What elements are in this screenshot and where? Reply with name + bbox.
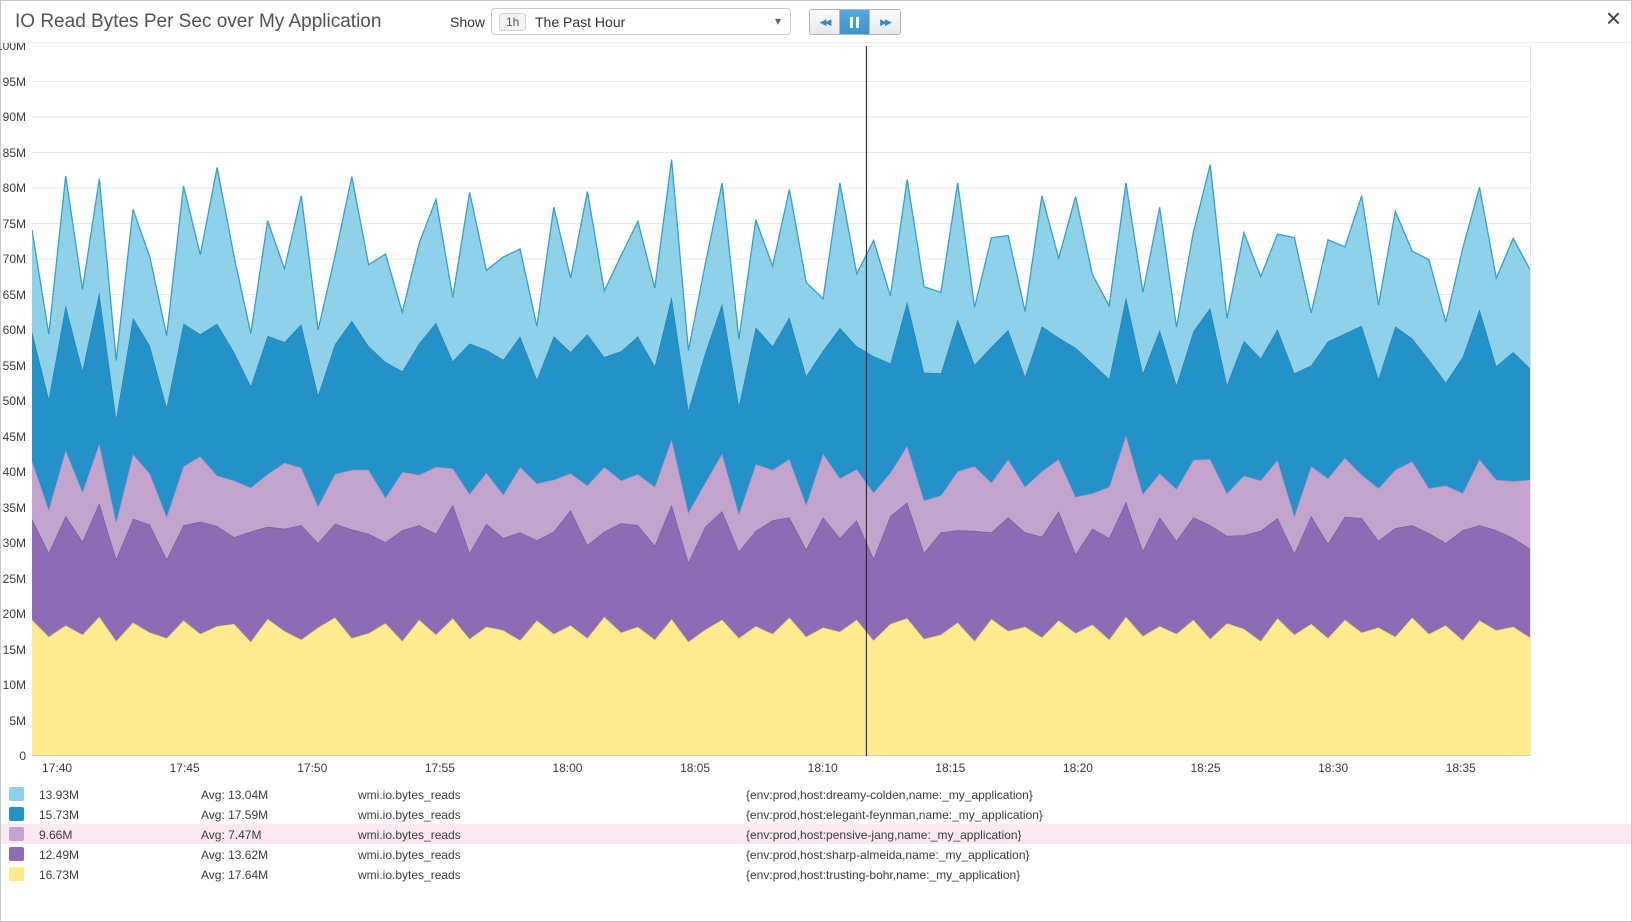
y-axis-tick: 45M <box>3 430 26 444</box>
series-metric-name: wmi.io.bytes_reads <box>358 848 461 862</box>
y-axis-tick: 15M <box>3 643 26 657</box>
series-current-value: 13.93M <box>39 788 79 802</box>
y-axis-tick: 25M <box>3 572 26 586</box>
y-axis-tick: 65M <box>3 288 26 302</box>
series-metric-name: wmi.io.bytes_reads <box>358 828 461 842</box>
x-axis-tick: 18:25 <box>1191 761 1221 775</box>
area-series-trusting-bohr <box>32 617 1530 756</box>
y-axis-tick: 30M <box>3 536 26 550</box>
y-axis-tick: 35M <box>3 501 26 515</box>
legend-row[interactable]: 16.73M Avg: 17.64M wmi.io.bytes_reads {e… <box>1 864 1631 884</box>
rewind-icon: ◀◀ <box>820 17 830 28</box>
timeframe-dropdown[interactable]: 1h The Past Hour ▾ <box>491 8 791 35</box>
series-metric-name: wmi.io.bytes_reads <box>358 788 461 802</box>
forward-icon: ▶▶ <box>880 17 890 28</box>
series-scope: {env:prod,host:trusting-bohr,name:_my_ap… <box>746 868 1020 882</box>
series-scope: {env:prod,host:pensive-jang,name:_my_app… <box>746 828 1022 842</box>
x-axis-tick: 18:00 <box>552 761 582 775</box>
show-label: Show <box>450 14 485 30</box>
series-color-swatch <box>9 827 24 841</box>
timeframe-badge: 1h <box>499 13 526 31</box>
x-axis-tick: 17:45 <box>170 761 200 775</box>
legend-row[interactable]: 15.73M Avg: 17.59M wmi.io.bytes_reads {e… <box>1 804 1631 824</box>
y-axis-tick: 60M <box>3 323 26 337</box>
series-avg-value: Avg: 17.64M <box>201 868 268 882</box>
series-metric-name: wmi.io.bytes_reads <box>358 868 461 882</box>
x-axis-tick: 18:35 <box>1446 761 1476 775</box>
chart-svg <box>32 46 1530 756</box>
timeframe-label: The Past Hour <box>535 14 625 30</box>
x-axis-tick: 18:15 <box>935 761 965 775</box>
series-avg-value: Avg: 13.04M <box>201 788 268 802</box>
y-axis-tick: 80M <box>3 181 26 195</box>
series-color-swatch <box>9 807 24 821</box>
playback-controls: ◀◀ ▶▶ <box>809 9 901 35</box>
series-metric-name: wmi.io.bytes_reads <box>358 808 461 822</box>
legend-row[interactable]: 13.93M Avg: 13.04M wmi.io.bytes_reads {e… <box>1 784 1631 804</box>
series-color-swatch <box>9 787 24 801</box>
series-current-value: 9.66M <box>39 828 72 842</box>
rewind-button[interactable]: ◀◀ <box>810 10 840 34</box>
widget-header: IO Read Bytes Per Sec over My Applicatio… <box>1 1 1631 43</box>
widget-window: { "header": { "title": "IO Read Bytes Pe… <box>0 0 1632 922</box>
series-scope: {env:prod,host:elegant-feynman,name:_my_… <box>746 808 1043 822</box>
series-color-swatch <box>9 847 24 861</box>
y-axis-tick: 5M <box>9 714 26 728</box>
y-axis-tick: 20M <box>3 607 26 621</box>
legend-row[interactable]: 9.66M Avg: 7.47M wmi.io.bytes_reads {env… <box>1 824 1631 844</box>
page-title: IO Read Bytes Per Sec over My Applicatio… <box>15 11 381 33</box>
x-axis-tick: 17:50 <box>297 761 327 775</box>
x-axis-tick: 17:55 <box>425 761 455 775</box>
y-axis-tick: 10M <box>3 678 26 692</box>
x-axis-tick: 18:30 <box>1318 761 1348 775</box>
plot-area[interactable] <box>32 46 1531 756</box>
pause-icon <box>850 17 859 28</box>
x-axis: 17:40 17:45 17:50 17:55 18:00 18:05 18:10 18:15… <box>32 758 1531 776</box>
series-current-value: 16.73M <box>39 868 79 882</box>
x-axis-tick: 18:20 <box>1063 761 1093 775</box>
series-avg-value: Avg: 17.59M <box>201 808 268 822</box>
y-axis-tick: 55M <box>3 359 26 373</box>
series-scope: {env:prod,host:dreamy-colden,name:_my_ap… <box>746 788 1033 802</box>
x-axis-tick: 18:10 <box>808 761 838 775</box>
y-axis: 05M10M15M20M25M30M35M40M45M50M55M60M65M7… <box>1 46 29 756</box>
series-color-swatch <box>9 867 24 881</box>
series-scope: {env:prod,host:sharp-almeida,name:_my_ap… <box>746 848 1030 862</box>
y-axis-tick: 90M <box>3 110 26 124</box>
series-avg-value: Avg: 13.62M <box>201 848 268 862</box>
chevron-down-icon: ▾ <box>775 14 781 28</box>
legend: 13.93M Avg: 13.04M wmi.io.bytes_reads {e… <box>1 784 1631 884</box>
y-axis-tick: 40M <box>3 465 26 479</box>
y-axis-tick: 85M <box>3 146 26 160</box>
y-axis-tick: 70M <box>3 252 26 266</box>
y-axis-tick: 50M <box>3 394 26 408</box>
series-avg-value: Avg: 7.47M <box>201 828 261 842</box>
legend-row[interactable]: 12.49M Avg: 13.62M wmi.io.bytes_reads {e… <box>1 844 1631 864</box>
pause-button[interactable] <box>840 10 870 34</box>
x-axis-tick: 17:40 <box>42 761 72 775</box>
y-axis-tick: 95M <box>3 75 26 89</box>
series-current-value: 15.73M <box>39 808 79 822</box>
series-current-value: 12.49M <box>39 848 79 862</box>
forward-button[interactable]: ▶▶ <box>870 10 900 34</box>
close-button[interactable]: × <box>1606 5 1621 31</box>
y-axis-tick: 0 <box>19 749 26 763</box>
y-axis-tick: 75M <box>3 217 26 231</box>
x-axis-tick: 18:05 <box>680 761 710 775</box>
